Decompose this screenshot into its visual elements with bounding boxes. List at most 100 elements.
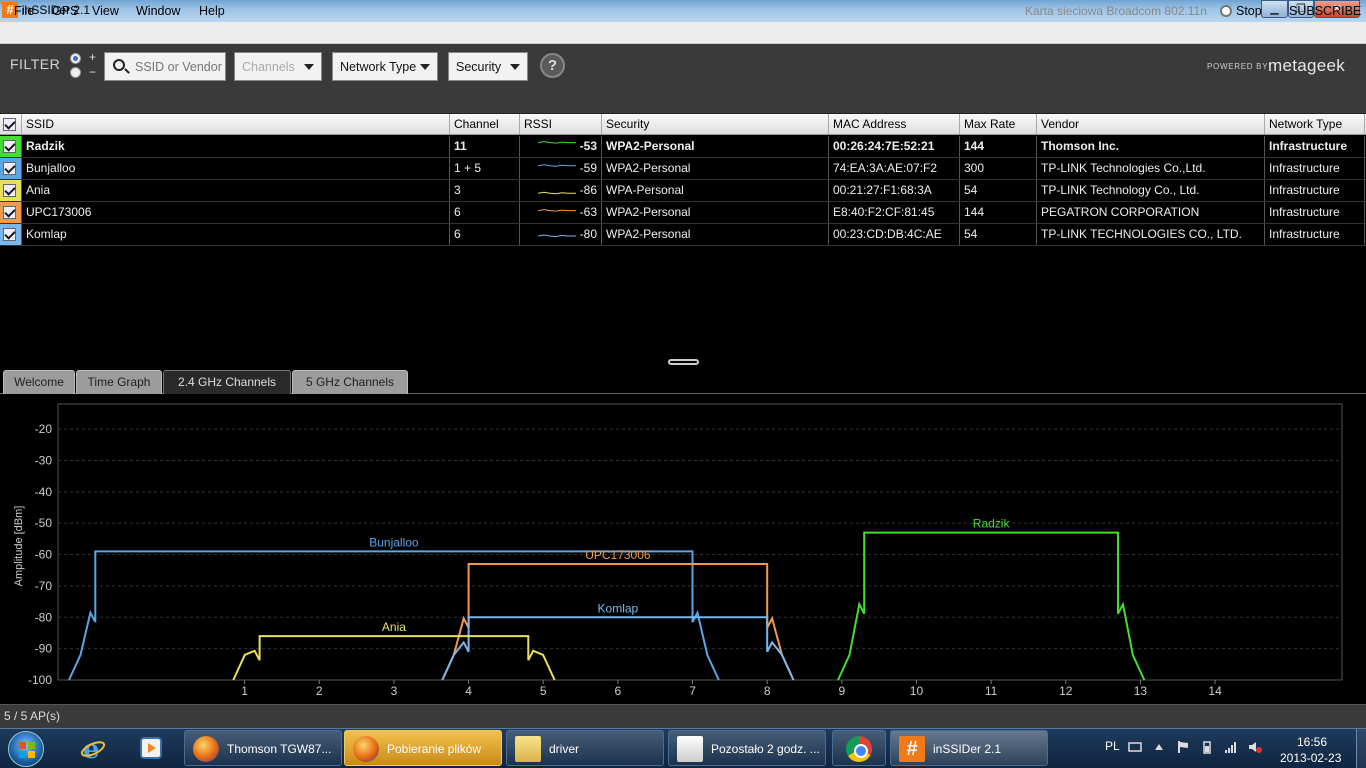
column-header-mac[interactable]: MAC Address [829,114,960,134]
x-tick-label: 5 [540,684,547,698]
cell-max-rate: 300 [960,158,1037,179]
row-checkbox-cell[interactable] [0,202,22,223]
row-checkbox[interactable] [3,184,16,197]
minimize-button[interactable]: ▁ [1261,0,1288,18]
rssi-value: -80 [579,227,597,241]
network-type-dropdown[interactable]: Network Type [332,52,438,81]
row-checkbox[interactable] [3,228,16,241]
column-header-ssid[interactable]: SSID [22,114,450,134]
taskbar-inssider[interactable]: # inSSIDer 2.1 [890,730,1048,766]
adapter-name[interactable]: Karta sieciowa Broadcom 802.11n [1025,4,1207,18]
network-curve-label: UPC173006 [585,548,651,562]
column-header-security[interactable]: Security [602,114,829,134]
show-desktop-button[interactable] [1356,729,1366,768]
wifi-signal-icon[interactable] [1224,740,1238,754]
select-all-checkbox[interactable] [3,118,16,131]
x-tick-label: 7 [689,684,696,698]
ssid-search-box[interactable] [104,52,226,81]
column-header-vendor[interactable]: Vendor [1037,114,1265,134]
taskbar-folder-driver[interactable]: driver [506,730,664,766]
tab-2-4-ghz-channels[interactable]: 2.4 GHz Channels [163,370,291,394]
cell-security: WPA2-Personal [602,224,829,245]
keyboard-icon[interactable] [1128,740,1142,754]
menu-view[interactable]: View [92,4,119,18]
table-row[interactable]: Komlap 6 -80 WPA2-Personal 00:23:CD:DB:4C:AE… [0,224,1366,246]
taskbar-chrome[interactable] [832,730,886,766]
tab-5-ghz-channels[interactable]: 5 GHz Channels [292,370,408,394]
y-tick-label: -40 [35,485,53,499]
power-icon[interactable] [1200,740,1214,754]
row-checkbox-cell[interactable] [0,224,22,245]
cell-rssi: -59 [520,158,602,179]
table-row[interactable]: Bunjalloo 1 + 5 -59 WPA2-Personal 74:EA:3A:A… [0,158,1366,180]
clock-date[interactable]: 2013-02-23 [1280,751,1341,765]
security-dropdown[interactable]: Security [448,52,528,81]
chrome-icon [846,736,872,762]
row-checkbox-cell[interactable] [0,136,22,157]
x-tick-label: 6 [615,684,622,698]
taskbar-firefox-thomson[interactable]: Thomson TGW87... [184,730,342,766]
security-dropdown-label: Security [456,60,502,74]
y-tick-label: -100 [28,673,52,687]
column-header-max-rate[interactable]: Max Rate [960,114,1037,134]
metageek-logo[interactable]: metageek [1268,56,1345,76]
cell-vendor: TP-LINK Technologies Co.,Ltd. [1037,158,1265,179]
language-indicator[interactable]: PL [1105,739,1120,753]
cell-channel: 11 [450,136,520,157]
menu-bar [0,22,1366,44]
help-button[interactable]: ? [540,53,565,78]
taskbar-firefox-downloads[interactable]: Pobieranie plików [344,730,502,766]
media-player-icon[interactable] [130,732,172,764]
action-center-flag-icon[interactable] [1176,740,1190,754]
y-tick-label: -30 [35,453,53,467]
powered-by-label: POWERED BY [1207,62,1269,71]
menu-file[interactable]: File [14,4,34,18]
tray-expand-icon[interactable] [1152,740,1166,754]
network-curve-label: Radzik [973,517,1011,531]
cell-security: WPA2-Personal [602,158,829,179]
stop-button[interactable]: Stop [1236,4,1262,18]
table-row[interactable]: Radzik 11 -53 WPA2-Personal 00:26:24:7E:52:2… [0,136,1366,158]
internet-explorer-icon[interactable]: e [72,732,114,764]
table-row[interactable]: Ania 3 -86 WPA-Personal 00:21:27:F1:68:3A 54 T… [0,180,1366,202]
y-tick-label: -70 [35,579,53,593]
column-header-rssi[interactable]: RSSI [520,114,602,134]
tab-time-graph[interactable]: Time Graph [76,370,162,394]
firefox-icon [193,736,219,762]
pane-splitter-handle[interactable] [668,359,699,365]
task-label: driver [549,742,580,756]
column-header-network-type[interactable]: Network Type [1265,114,1365,134]
folder-icon [515,736,541,762]
x-tick-label: 1 [241,684,248,698]
channels-dropdown[interactable]: Channels [234,52,322,81]
column-header-channel[interactable]: Channel [450,114,520,134]
y-tick-label: -90 [35,642,53,656]
taskbar-file-transfer[interactable]: Pozostało 2 godz. ... [668,730,826,766]
clock-time[interactable]: 16:56 [1297,735,1327,749]
search-icon [113,59,125,71]
menu-help[interactable]: Help [199,4,225,18]
table-row[interactable]: UPC173006 6 -63 WPA2-Personal E8:40:F2:CF:81… [0,202,1366,224]
volume-muted-icon[interactable] [1248,740,1262,754]
menu-window[interactable]: Window [136,4,180,18]
filter-label: FILTER [10,56,61,72]
cell-channel: 3 [450,180,520,201]
filter-include-radio[interactable] [70,53,81,64]
subscribe-link[interactable]: SUBSCRIBE [1289,4,1361,18]
start-button[interactable] [8,731,44,767]
row-checkbox-cell[interactable] [0,158,22,179]
row-checkbox[interactable] [3,140,16,153]
row-checkbox[interactable] [3,206,16,219]
cell-rssi: -86 [520,180,602,201]
x-tick-label: 14 [1208,684,1222,698]
ssid-search-input[interactable] [135,58,223,76]
row-checkbox-cell[interactable] [0,180,22,201]
stop-icon[interactable] [1220,5,1232,17]
tab-welcome[interactable]: Welcome [3,370,75,394]
menu-gps[interactable]: GPS [52,4,78,18]
filter-exclude-radio[interactable] [70,67,81,78]
header-checkbox-cell[interactable] [0,114,22,134]
rssi-sparkline [538,164,576,167]
cell-network-type: Infrastructure [1265,180,1365,201]
row-checkbox[interactable] [3,162,16,175]
